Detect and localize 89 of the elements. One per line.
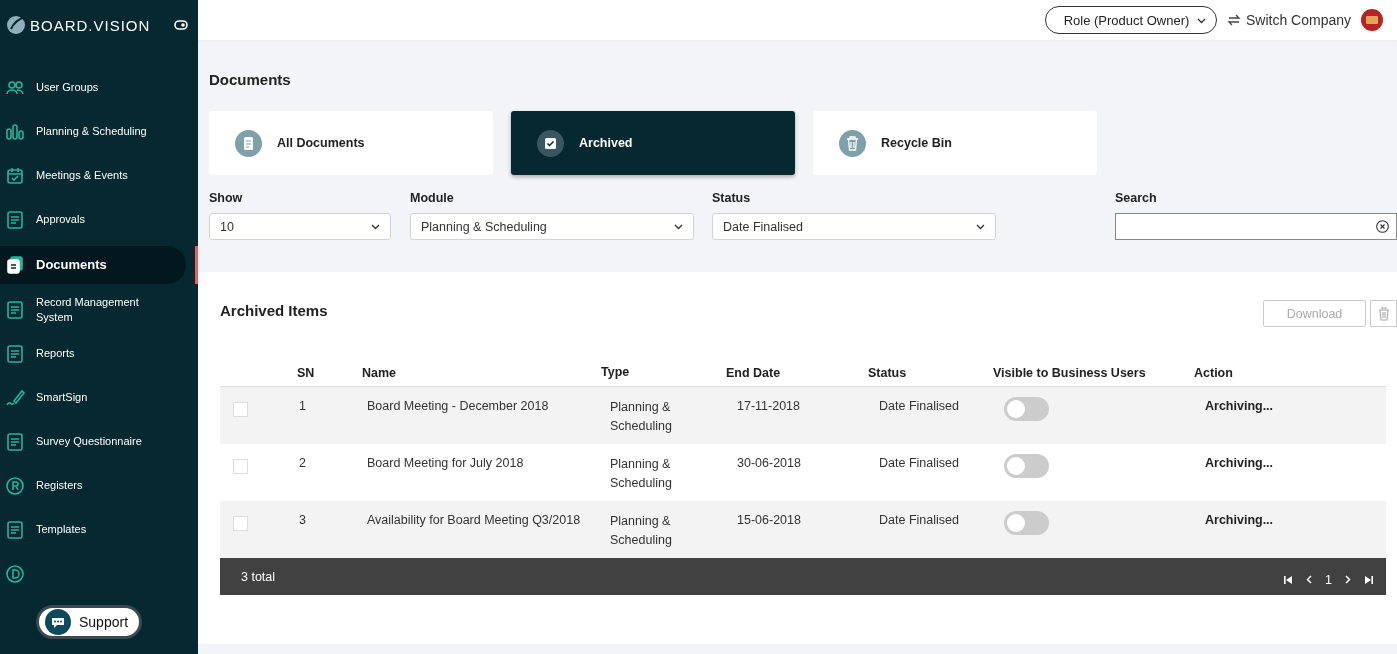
document-icon: [5, 300, 25, 320]
total-count: 3 total: [241, 569, 276, 584]
document-icon: [5, 344, 25, 364]
support-button[interactable]: Support: [36, 605, 142, 639]
checkbox[interactable]: [233, 516, 248, 531]
document-icon: [235, 129, 262, 157]
column-header: Status: [868, 366, 908, 380]
bars-icon: [5, 122, 25, 142]
document-icon: [5, 432, 25, 452]
sidebar-item[interactable]: Survey Questionnaire: [0, 420, 186, 464]
next-page-icon[interactable]: [1345, 575, 1351, 584]
chat-icon: [45, 609, 71, 635]
toggle-switch[interactable]: [1004, 397, 1049, 421]
sidebar-item[interactable]: Record Management System: [0, 288, 186, 332]
column-header: SN: [297, 366, 316, 380]
page-title: Documents: [209, 71, 292, 88]
chevron-down-icon: [976, 223, 985, 230]
table-cell: Archiving...: [1205, 456, 1274, 470]
calendar-icon: [5, 166, 25, 186]
table-cell-text: Date Finalised: [879, 456, 960, 470]
table-cell-text: 3: [298, 513, 307, 527]
previous-page-icon[interactable]: [1306, 575, 1313, 584]
document-icon: [5, 520, 25, 540]
search-label: Search: [1115, 191, 1158, 205]
avatar[interactable]: [1361, 9, 1383, 31]
table-cell-text: 1: [298, 399, 307, 413]
sidebar-item[interactable]: User Groups: [0, 66, 186, 110]
table-cell-text: 30-06-2018: [736, 456, 802, 470]
chevron-down-icon: [674, 223, 683, 230]
chevron-down-icon: [371, 223, 380, 230]
filter-label: Show: [209, 191, 244, 205]
select-field[interactable]: 10: [209, 213, 391, 240]
select-field[interactable]: Planning & Scheduling: [410, 213, 694, 240]
sidebar-item[interactable]: Reports: [0, 332, 186, 376]
sidebar-item[interactable]: Meetings & Events: [0, 154, 186, 198]
sidebar-item[interactable]: Registers: [0, 464, 186, 508]
chevron-down-icon: [1196, 18, 1206, 25]
table-cell: Archiving...: [1205, 513, 1274, 527]
sidebar-item[interactable]: Planning & Scheduling: [0, 110, 186, 154]
table-cell-text: 17-11-2018: [736, 399, 801, 413]
switch-company-button[interactable]: Switch Company: [1226, 12, 1351, 28]
sidebar-item[interactable]: Approvals: [0, 198, 186, 242]
toggle-switch[interactable]: [1004, 454, 1049, 478]
table-cell-text: Planning & Scheduling: [609, 399, 673, 436]
search-field[interactable]: [1115, 213, 1397, 240]
sidebar-item[interactable]: Templates: [0, 508, 186, 552]
last-page-icon[interactable]: [1364, 575, 1373, 584]
column-header: Action: [1194, 366, 1233, 380]
tab[interactable]: Recycle Bin: [813, 111, 1097, 175]
trash-icon: [1377, 306, 1390, 321]
table-cell-text: Date Finalised: [879, 399, 960, 413]
document-icon: [5, 255, 25, 275]
table-cell-text: 2: [298, 456, 307, 470]
page-number[interactable]: 1: [1325, 572, 1332, 587]
checkbox[interactable]: [233, 402, 248, 417]
section-title: Archived Items: [220, 302, 328, 319]
toggle-switch[interactable]: [1004, 511, 1049, 535]
checkbox[interactable]: [233, 459, 248, 474]
table-cell-text: Availability for Board Meeting Q3/2018: [366, 513, 582, 527]
tab[interactable]: Archived: [511, 111, 795, 175]
column-header: Type: [601, 363, 631, 381]
trash-icon: [839, 129, 866, 157]
registered-icon: [5, 476, 25, 496]
tab[interactable]: All Documents: [209, 111, 493, 175]
pen-icon: [5, 388, 25, 408]
filter-label: Module: [410, 191, 455, 205]
table-cell-text: Planning & Scheduling: [609, 456, 673, 493]
table-cell: Archiving...: [1205, 399, 1274, 413]
document-icon: [5, 210, 25, 230]
role-dropdown[interactable]: Role (Product Owner): [1044, 6, 1217, 34]
column-header: Visible to Business Users: [993, 366, 1147, 380]
table-cell-text: Planning & Scheduling: [609, 513, 673, 550]
table-cell-text: Board Meeting - December 2018: [366, 399, 550, 413]
filter-label: Status: [712, 191, 752, 205]
eye-icon[interactable]: [174, 20, 188, 30]
sidebar-item[interactable]: SmartSign: [0, 376, 186, 420]
first-page-icon[interactable]: [1284, 575, 1294, 584]
table-cell-text: Board Meeting for July 2018: [366, 456, 525, 470]
column-header: Name: [362, 366, 398, 380]
table-cell-text: Date Finalised: [879, 513, 960, 527]
clear-icon[interactable]: [1376, 220, 1389, 233]
checkbox-icon: [537, 129, 564, 157]
table-cell-text: 15-06-2018: [736, 513, 802, 527]
column-header: End Date: [726, 366, 782, 380]
brand-name: BOARD.VISION: [30, 16, 152, 34]
swap-icon: [1226, 13, 1241, 27]
select-field[interactable]: Date Finalised: [712, 213, 996, 240]
logo-icon: [5, 14, 27, 36]
circle-letter-icon[interactable]: [5, 564, 25, 584]
